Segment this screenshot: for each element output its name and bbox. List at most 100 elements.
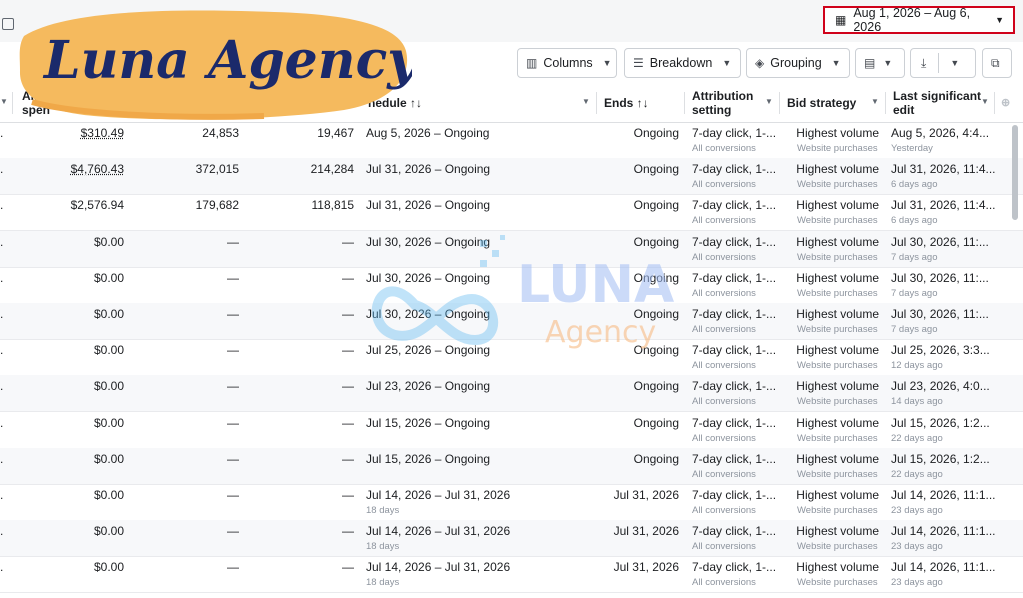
chevron-down-icon[interactable]: ▼: [582, 97, 590, 106]
cell-last-edit-sub: 23 days ago: [891, 577, 943, 589]
cell-schedule: Jul 14, 2026 – Jul 31, 2026: [366, 560, 511, 575]
cell-bid-strategy: Highest volume: [796, 198, 879, 213]
header-ends[interactable]: Ends ↑↓: [604, 84, 649, 122]
table-row[interactable]: . $2,576.94 179,682 118,815 Jul 31, 2026 – O…: [0, 194, 1023, 232]
cell-last-edit: Jul 30, 2026, 11:...: [891, 234, 989, 249]
cell-last-edit: Jul 14, 2026, 11:1...: [891, 560, 996, 575]
chevron-down-icon: ▼: [602, 58, 612, 68]
reports-button[interactable]: ▤ ▼: [855, 48, 905, 78]
columns-button[interactable]: ▥ Columns ▼: [517, 48, 617, 78]
cell-bid-strategy-sub: Website purchases: [797, 432, 878, 444]
table-row[interactable]: . $0.00— — Jul 15, 2026 – Ongoing Ongoing 7-d…: [0, 412, 1023, 449]
cell-schedule: Jul 31, 2026 – Ongoing: [366, 198, 491, 213]
share-button[interactable]: ⧉: [982, 48, 1012, 78]
breakdown-button[interactable]: ☰ Breakdown ▼: [624, 48, 741, 78]
cell-ends: Ongoing: [633, 379, 679, 394]
table-row[interactable]: . $0.00— — Jul 15, 2026 – Ongoing Ongoing 7-d…: [0, 447, 1023, 485]
table-row[interactable]: . $0.00— — Jul 14, 2026 – Jul 31, 2026 18 da…: [0, 520, 1023, 558]
chevron-down-icon[interactable]: ▼: [871, 97, 879, 106]
grouping-button[interactable]: ◈ Grouping ▼: [746, 48, 850, 78]
calendar-icon: ▦: [835, 13, 847, 27]
cell-ends: Ongoing: [633, 451, 679, 466]
cell-metric-2: —: [342, 343, 354, 358]
column-divider: [12, 92, 13, 114]
table-row[interactable]: . $4,760.43 372,015 214,284 Jul 31, 2026 – O…: [0, 158, 1023, 196]
header-ends-label: Ends ↑↓: [604, 96, 649, 110]
column-divider: [596, 92, 597, 114]
cell-schedule: Jul 31, 2026 – Ongoing: [366, 162, 491, 177]
cell-metric-1: —: [227, 451, 239, 466]
chevron-down-icon: ▼: [995, 15, 1004, 25]
header-last-edit-line2: edit: [893, 103, 915, 117]
cell-attribution: 7-day click, 1-...: [692, 451, 777, 466]
header-attribution-setting[interactable]: Attribution setting: [692, 84, 753, 122]
cell-amount-spent: $0.00: [93, 488, 124, 502]
cell-bid-strategy-sub: Website purchases: [797, 468, 878, 480]
cell-ends: Ongoing: [633, 415, 679, 430]
cell-metric-2: —: [342, 415, 354, 430]
cell-bid-strategy: Highest volume: [796, 379, 879, 394]
window-icon[interactable]: [2, 18, 14, 30]
cell-metric-1: —: [227, 415, 239, 430]
cell-last-edit-sub: 14 days ago: [891, 396, 943, 408]
column-divider: [885, 92, 886, 114]
table-row[interactable]: . $310.49 24,853 19,467 Aug 5, 2026 – Ongoin…: [0, 122, 1023, 159]
chevron-down-icon: ▼: [722, 58, 732, 68]
cell-bid-strategy-sub: Website purchases: [797, 577, 878, 589]
cell-metric-2: —: [342, 488, 354, 502]
table-row[interactable]: . $0.00— — Jul 14, 2026 – Jul 31, 2026 18 da…: [0, 484, 1023, 521]
add-column-icon[interactable]: ⊕: [1001, 96, 1010, 109]
cell-last-edit: Jul 30, 2026, 11:...: [891, 270, 989, 285]
cell-schedule-sub: 18 days: [366, 577, 400, 589]
cell-last-edit: Jul 30, 2026, 11:...: [891, 307, 989, 321]
cell-last-edit-sub: 23 days ago: [891, 505, 943, 516]
table-row[interactable]: . $0.00— — Jul 14, 2026 – Jul 31, 2026 18 da…: [0, 556, 1023, 594]
cell-attribution: 7-day click, 1-...: [692, 560, 777, 575]
cell-metric-1: —: [227, 343, 239, 358]
columns-icon: ▥: [526, 56, 538, 70]
export-button[interactable]: ⤓ ▼: [910, 48, 976, 78]
cell-bid-strategy: Highest volume: [796, 343, 879, 358]
breakdown-icon: ☰: [633, 56, 644, 70]
cell-bid-strategy-sub: Website purchases: [797, 360, 878, 372]
divider: [938, 53, 940, 73]
cell-last-edit-sub: 22 days ago: [891, 468, 943, 480]
cell-last-edit: Jul 15, 2026, 1:2...: [891, 415, 990, 430]
cell-attribution: 7-day click, 1-...: [692, 343, 777, 358]
cell-last-edit: Jul 31, 2026, 11:4...: [891, 198, 996, 213]
cell-last-edit: Jul 14, 2026, 11:1...: [891, 488, 996, 502]
vertical-scrollbar[interactable]: [1012, 125, 1018, 220]
layers-icon: ◈: [755, 56, 765, 70]
cell-schedule-sub: 18 days: [366, 541, 400, 553]
cell-last-edit-sub: 22 days ago: [891, 432, 943, 444]
cell-bid-strategy: Highest volume: [796, 270, 879, 285]
header-bid-strategy[interactable]: Bid strategy: [787, 84, 856, 122]
cell-metric-2: —: [342, 234, 354, 249]
cell-amount-spent: $0.00: [93, 560, 124, 575]
chevron-down-icon[interactable]: ▼: [765, 97, 773, 106]
table-row[interactable]: . $0.00— — Jul 23, 2026 – Ongoing Ongoing 7-d…: [0, 375, 1023, 413]
cell-bid-strategy: Highest volume: [796, 415, 879, 430]
chevron-down-icon[interactable]: ▼: [981, 97, 989, 106]
cell-bid-strategy-sub: Website purchases: [797, 287, 878, 299]
cell-bid-strategy: Highest volume: [796, 162, 879, 177]
cell-metric-2: 214,284: [310, 162, 354, 177]
luna-agency-logo: Luna Agency: [19, 10, 412, 120]
cell-attribution: 7-day click, 1-...: [692, 162, 777, 177]
cell-bid-strategy: Highest volume: [796, 307, 879, 321]
cell-last-edit-sub: 6 days ago: [891, 215, 938, 227]
date-range-picker[interactable]: ▦ Aug 1, 2026 – Aug 6, 2026 ▼: [823, 6, 1015, 34]
cell-ends: Jul 31, 2026: [613, 524, 679, 539]
cell-ends: Ongoing: [633, 162, 679, 177]
chevron-down-icon[interactable]: ▼: [0, 97, 8, 106]
cell-metric-2: —: [342, 524, 354, 539]
cell-amount-spent: $0.00: [93, 451, 124, 466]
cell-bid-strategy-sub: Website purchases: [797, 251, 878, 263]
luna-agency-watermark: LUNA Agency: [371, 235, 674, 350]
download-icon: ⤓: [921, 55, 927, 70]
cell-metric-1: —: [227, 270, 239, 285]
cell-metric-1: —: [227, 379, 239, 394]
cell-bid-strategy: Highest volume: [796, 560, 879, 575]
header-last-significant-edit[interactable]: Last significant edit: [893, 84, 981, 122]
cell-bid-strategy-sub: Website purchases: [797, 215, 878, 227]
